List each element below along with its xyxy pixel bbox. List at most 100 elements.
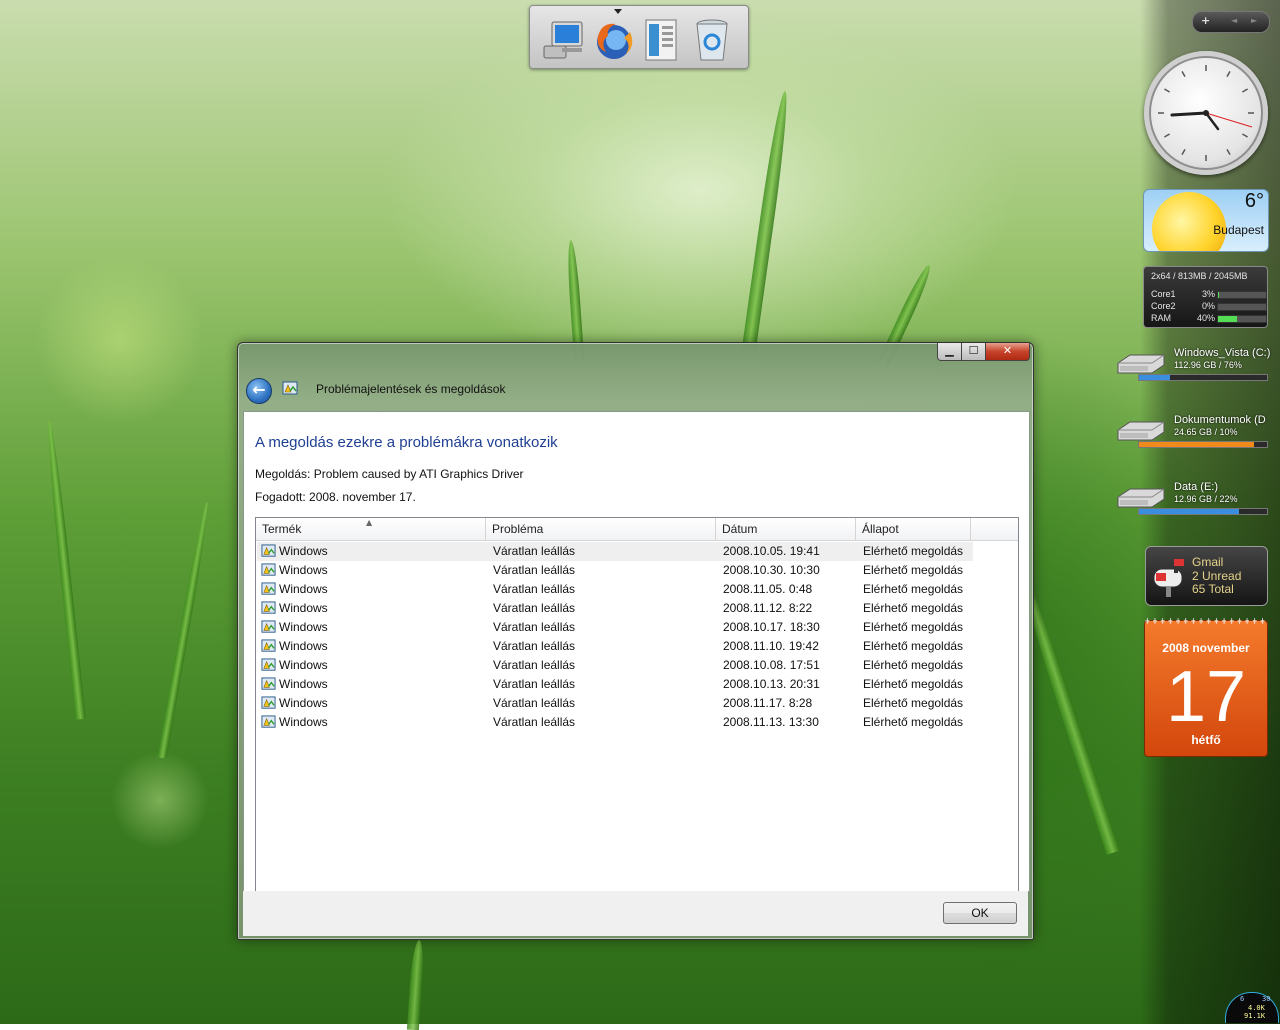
cell-problem: Váratlan leállás	[493, 658, 576, 672]
column-header-date[interactable]: Dátum	[716, 518, 856, 540]
table-row[interactable]: Windows Váratlan leállás 2008.10.17. 18:30…	[257, 618, 973, 637]
drive-gadget-e[interactable]: Data (E:) 12.96 GB / 22%	[1116, 481, 1268, 521]
cell-product: Windows	[279, 544, 328, 558]
cpu-row: Core1 3%	[1151, 289, 1267, 301]
list-header: Termék ▲ Probléma Dátum Állapot	[256, 518, 1018, 541]
cell-status: Elérhető megoldás	[863, 677, 964, 691]
drive-usage-bar	[1138, 508, 1268, 515]
cell-problem: Váratlan leállás	[493, 582, 576, 596]
cpu-row: RAM 40%	[1151, 313, 1267, 325]
problem-report-icon	[261, 677, 276, 690]
drive-gadget-c[interactable]: Windows_Vista (C:) 112.96 GB / 76%	[1116, 347, 1270, 387]
drive-name: Windows_Vista (C:)	[1174, 347, 1271, 359]
cpu-row: Core2 0%	[1151, 301, 1267, 313]
table-row[interactable]: Windows Váratlan leállás 2008.10.13. 20:31…	[257, 675, 973, 694]
problem-report-icon	[261, 715, 276, 728]
close-button[interactable]: ✕	[985, 343, 1030, 361]
cell-product: Windows	[279, 563, 328, 577]
computer-icon[interactable]	[542, 16, 586, 64]
next-page-button[interactable]: ►	[1251, 16, 1257, 25]
table-row[interactable]: Windows Váratlan leállás 2008.10.05. 19:41…	[257, 542, 973, 561]
recycle-bin-icon[interactable]	[690, 16, 734, 64]
cell-product: Windows	[279, 639, 328, 653]
table-row[interactable]: Windows Váratlan leállás 2008.11.05. 0:48 E…	[257, 580, 973, 599]
cpu-row-percent: 0%	[1201, 301, 1215, 311]
weather-gadget[interactable]: 6° Budapest	[1143, 189, 1269, 252]
second-hand	[1205, 112, 1253, 128]
calendar-gadget[interactable]: ǂǂǂǂǂǂǂǂǂǂǂǂǂǂǂǂǂǂǂǂǂǂǂǂǂ 2008 november …	[1144, 617, 1268, 757]
problem-reports-window: ▁ ☐ ✕ ← Problémajelentések és megoldások…	[237, 342, 1034, 940]
page-heading: A megoldás ezekre a problémákra vonatkoz…	[255, 434, 558, 451]
cpu-meter-gadget[interactable]: 2x64 / 813MB / 2045MB Core1 3% Core2 0% …	[1143, 266, 1268, 328]
cell-status: Elérhető megoldás	[863, 582, 964, 596]
back-button[interactable]: ←	[246, 378, 272, 404]
dock	[529, 5, 749, 69]
column-header-problem[interactable]: Probléma	[486, 518, 716, 540]
dialog-footer: OK	[243, 891, 1028, 936]
column-header-status[interactable]: Állapot	[856, 518, 971, 540]
gmail-gadget[interactable]: Gmail 2 Unread 65 Total	[1145, 546, 1268, 606]
cell-status: Elérhető megoldás	[863, 544, 964, 558]
calendar-day: 17	[1165, 657, 1247, 737]
cell-product: Windows	[279, 696, 328, 710]
cpu-row-bar	[1217, 291, 1267, 299]
drive-info: 112.96 GB / 76%	[1174, 360, 1242, 370]
cell-problem: Váratlan leállás	[493, 544, 576, 558]
cell-date: 2008.11.10. 19:42	[723, 639, 819, 653]
grass-blade	[741, 90, 793, 350]
mailbox-icon	[1153, 559, 1184, 597]
maximize-button[interactable]: ☐	[961, 343, 986, 361]
cell-problem: Váratlan leállás	[493, 696, 576, 710]
cell-status: Elérhető megoldás	[863, 601, 964, 615]
cell-date: 2008.10.08. 17:51	[723, 658, 820, 672]
drive-usage-fill	[1139, 442, 1255, 447]
drive-gadget-d[interactable]: Dokumentumok (D 24.65 GB / 10%	[1116, 414, 1268, 454]
cell-date: 2008.11.05. 0:48	[723, 582, 813, 596]
problem-report-icon	[261, 639, 276, 652]
cpu-row-bar	[1217, 303, 1267, 311]
table-row[interactable]: Windows Váratlan leállás 2008.11.10. 19:42…	[257, 637, 973, 656]
gmail-unread: 2 Unread	[1192, 569, 1242, 583]
documents-icon[interactable]	[640, 16, 684, 64]
cell-date: 2008.10.13. 20:31	[723, 677, 820, 691]
cell-status: Elérhető megoldás	[863, 620, 964, 634]
prev-page-button[interactable]: ◄	[1231, 16, 1237, 25]
cell-problem: Váratlan leállás	[493, 715, 576, 729]
problem-report-icon	[261, 601, 276, 614]
ok-button[interactable]: OK	[943, 902, 1017, 924]
cell-status: Elérhető megoldás	[863, 658, 964, 672]
netmeter-value: 6	[1240, 995, 1245, 1003]
sort-ascending-icon: ▲	[366, 518, 373, 527]
cell-problem: Váratlan leállás	[493, 563, 576, 577]
calendar-month: 2008 november	[1162, 641, 1250, 655]
drive-usage-fill	[1139, 509, 1239, 514]
cell-date: 2008.11.17. 8:28	[723, 696, 813, 710]
cell-problem: Váratlan leállás	[493, 639, 576, 653]
add-gadget-button[interactable]: +	[1201, 14, 1210, 27]
cell-product: Windows	[279, 582, 328, 596]
cell-product: Windows	[279, 620, 328, 634]
cell-product: Windows	[279, 601, 328, 615]
table-row[interactable]: Windows Váratlan leállás 2008.10.08. 17:51…	[257, 656, 973, 675]
problem-report-icon	[261, 563, 276, 576]
hard-drive-icon	[1117, 354, 1165, 374]
clock-gadget[interactable]	[1144, 51, 1268, 175]
problem-reports-icon	[282, 381, 298, 395]
cell-status: Elérhető megoldás	[863, 715, 964, 729]
clock-face	[1158, 65, 1254, 161]
table-row[interactable]: Windows Váratlan leállás 2008.11.12. 8:22 E…	[257, 599, 973, 618]
drive-name: Dokumentumok (D	[1174, 414, 1266, 426]
cpu-row-percent: 40%	[1196, 313, 1215, 323]
cell-problem: Váratlan leállás	[493, 620, 576, 634]
table-row[interactable]: Windows Váratlan leállás 2008.11.13. 13:30…	[257, 713, 973, 732]
cell-problem: Váratlan leállás	[493, 677, 576, 691]
drive-name: Data (E:)	[1174, 481, 1219, 493]
firefox-icon[interactable]	[592, 16, 636, 64]
hour-hand	[1170, 111, 1208, 117]
minute-hand	[1204, 111, 1220, 131]
problems-list[interactable]: Termék ▲ Probléma Dátum Állapot Windows V…	[255, 517, 1019, 892]
minimize-button[interactable]: ▁	[937, 343, 962, 361]
table-row[interactable]: Windows Váratlan leállás 2008.10.30. 10:30…	[257, 561, 973, 580]
table-row[interactable]: Windows Váratlan leállás 2008.11.17. 8:28 E…	[257, 694, 973, 713]
cell-date: 2008.11.13. 13:30	[723, 715, 819, 729]
